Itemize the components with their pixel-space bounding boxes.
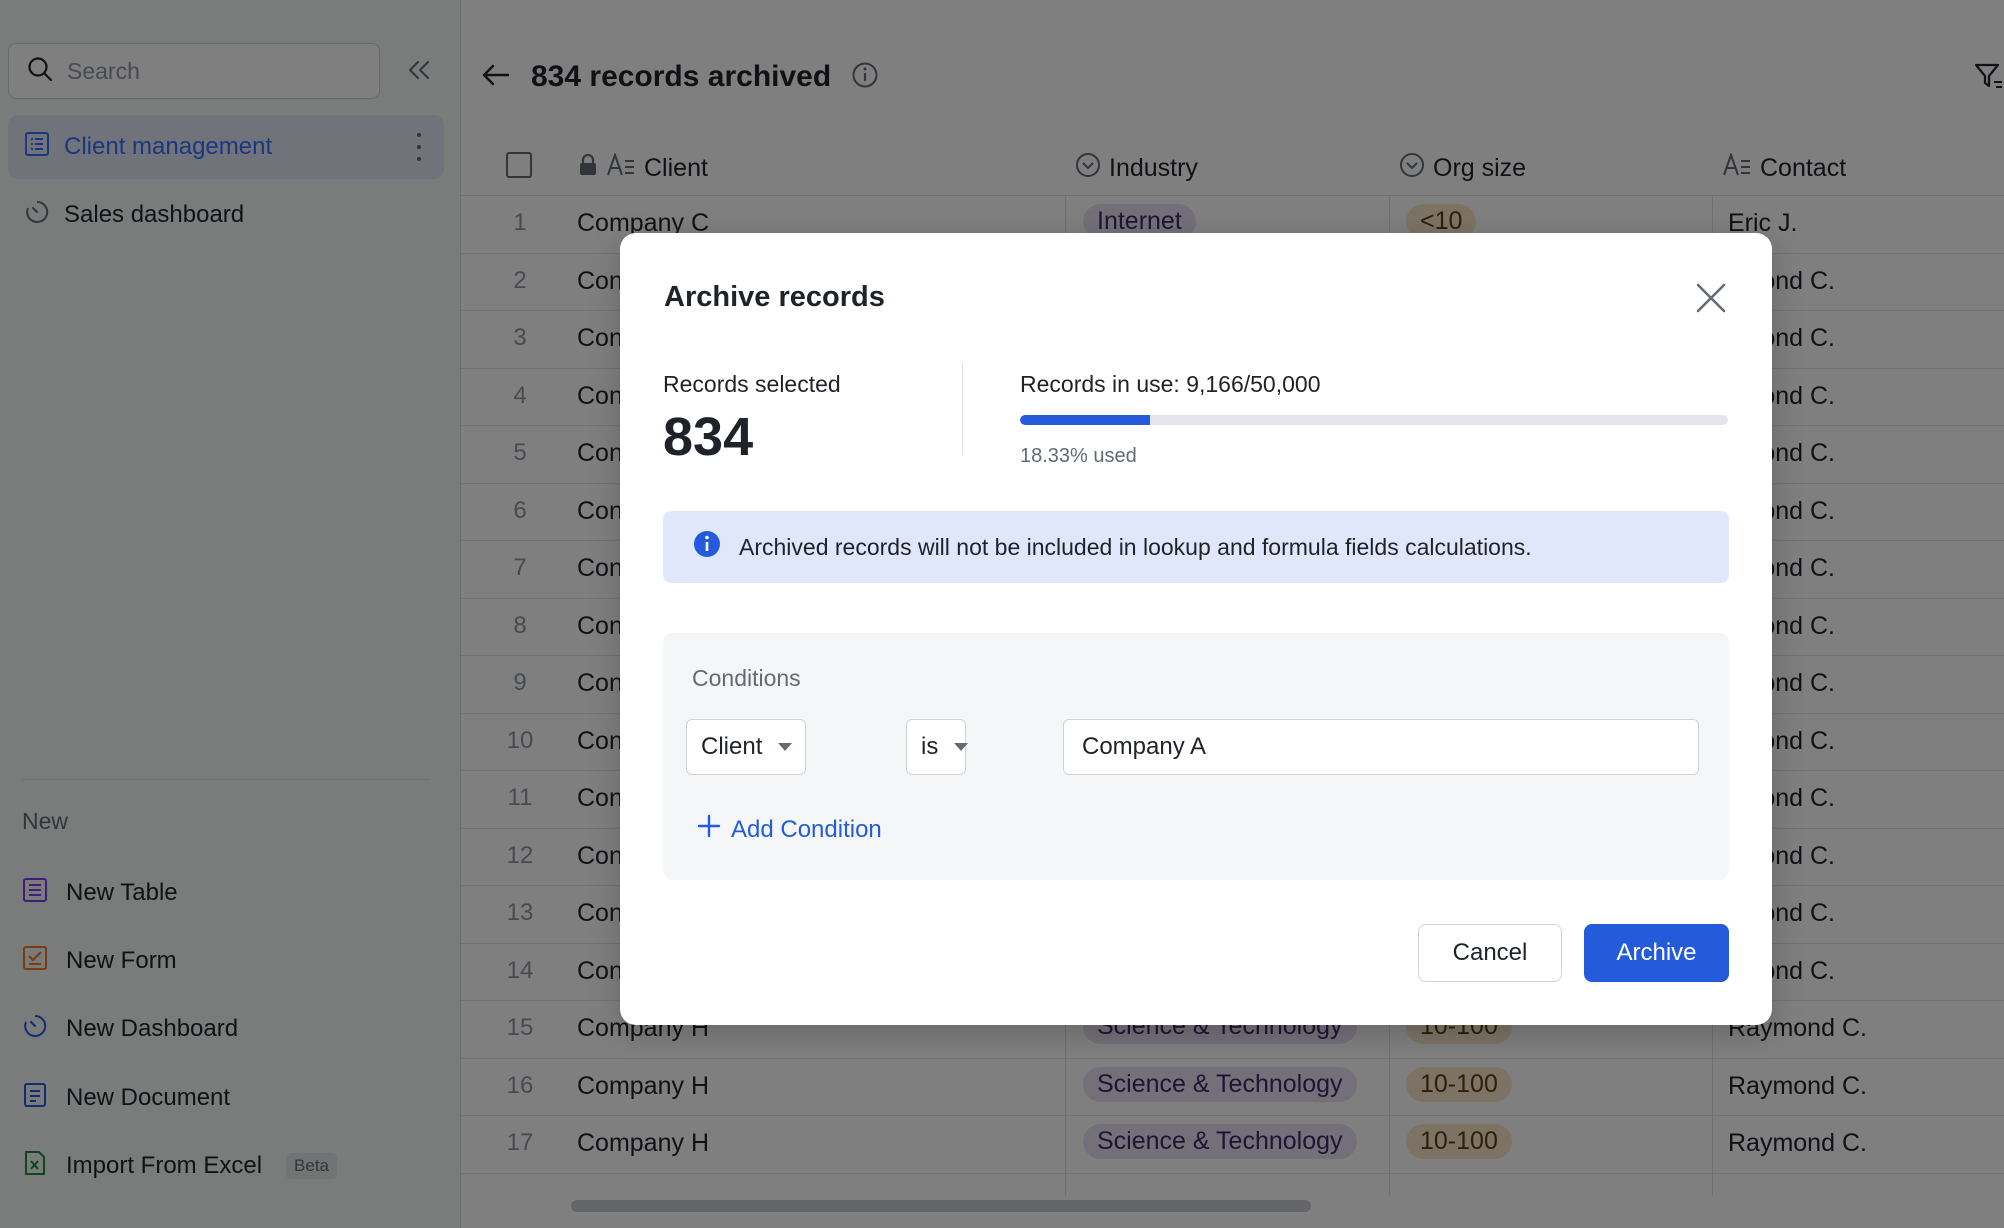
info-banner-text: Archived records will not be included in… — [739, 533, 1532, 560]
chevron-down-icon — [778, 743, 793, 751]
dialog-title: Archive records — [664, 281, 885, 313]
add-condition-button[interactable]: Add Condition — [697, 814, 882, 845]
info-banner: Archived records will not be included in… — [663, 511, 1729, 583]
conditions-panel: Conditions Client is Add Condition — [663, 633, 1729, 880]
archive-records-dialog: Archive records Records selected 834 Rec… — [620, 233, 1772, 1025]
select-value: is — [921, 733, 939, 760]
info-icon — [693, 530, 721, 564]
usage-progress-fill — [1020, 415, 1150, 425]
usage-caption: 18.33% used — [1020, 445, 1137, 467]
condition-value-input[interactable] — [1063, 719, 1699, 775]
cancel-button[interactable]: Cancel — [1418, 924, 1562, 982]
close-icon[interactable] — [1694, 281, 1728, 315]
records-selected-label: Records selected — [663, 371, 841, 397]
usage-progress-bar — [1020, 415, 1728, 425]
records-in-use-label: Records in use: 9,166/50,000 — [1020, 371, 1321, 397]
condition-field-select[interactable]: Client — [686, 719, 806, 775]
chevron-down-icon — [954, 743, 969, 751]
records-selected-value: 834 — [663, 407, 754, 467]
conditions-title: Conditions — [692, 665, 801, 691]
select-value: Client — [701, 733, 763, 760]
stat-divider — [962, 363, 963, 455]
add-condition-label: Add Condition — [731, 815, 882, 843]
plus-icon — [697, 814, 721, 845]
condition-operator-select[interactable]: is — [906, 719, 969, 775]
archive-button[interactable]: Archive — [1584, 924, 1729, 982]
